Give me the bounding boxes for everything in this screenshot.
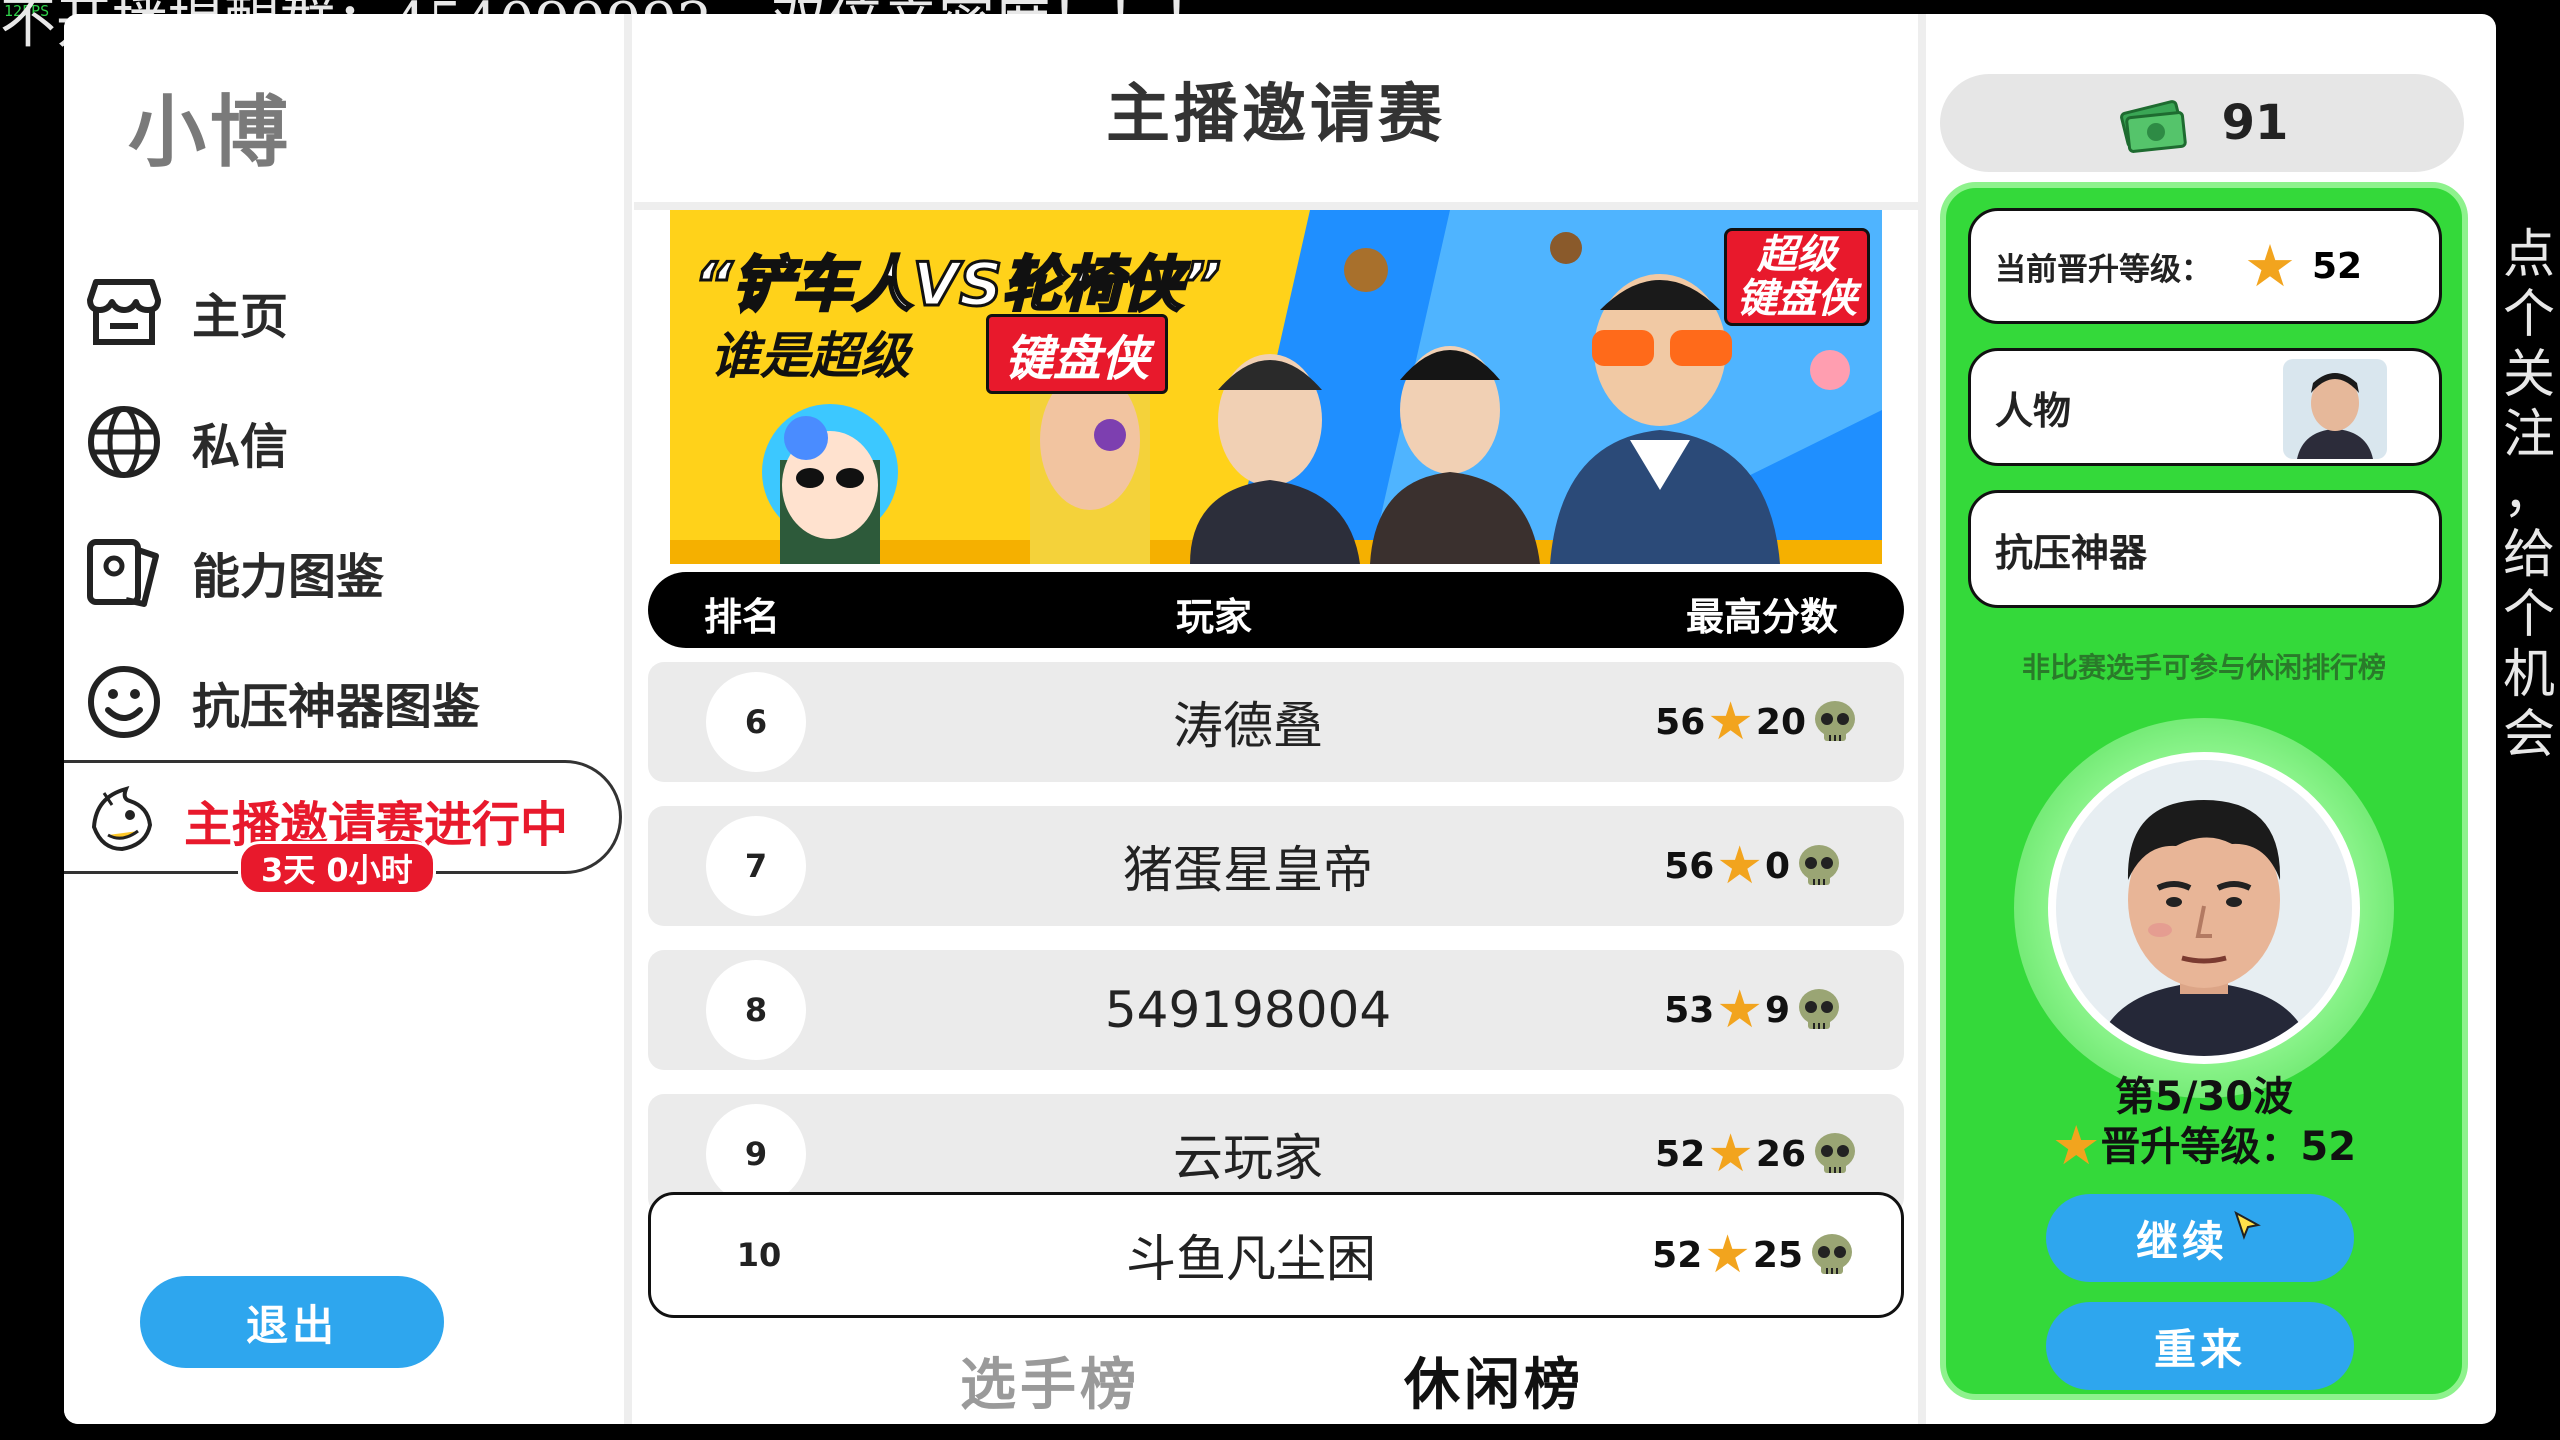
- star-icon: ★: [1716, 980, 1763, 1040]
- level-summary: ★晋升等级：52: [1946, 1114, 2462, 1177]
- score-level: 56: [1664, 845, 1715, 887]
- game-window: 小博 主页 私信 能力图鉴 抗压神器图鉴 主播邀请赛进行中 3天 0小时 退出 …: [64, 14, 2496, 1424]
- player-name: 猪蛋星皇帝: [1123, 841, 1373, 899]
- sidebar-item-stress-tools-label: 抗压神器图鉴: [192, 679, 481, 735]
- player-portrait-image: [2056, 760, 2352, 1056]
- pointer-icon: [2234, 1210, 2261, 1240]
- header-rank: 排名: [704, 595, 781, 639]
- score-cell: 52 ★ 25: [1652, 1195, 1855, 1315]
- score-wave: 20: [1755, 701, 1806, 743]
- leaderboard-panel: 主播邀请赛 “铲车人VS轮椅侠” 谁是超级 键盘侠 超级 键盘侠 排名 玩家 最…: [634, 14, 1918, 1424]
- user-name: 小博: [128, 88, 293, 178]
- shop-icon: [84, 272, 164, 352]
- rank-number: 7: [706, 816, 806, 916]
- status-panel: 91 当前晋升等级： ★ 52 人物 抗压神器 非比赛选手可参与休闲排行榜 第5…: [1928, 14, 2496, 1424]
- banner-tag: 键盘侠: [986, 314, 1169, 394]
- character-avatar: [2283, 359, 2387, 459]
- star-icon: ★: [1707, 1124, 1754, 1184]
- player-name: 549198004: [1104, 981, 1392, 1039]
- sidebar-item-abilities-label: 能力图鉴: [192, 549, 385, 605]
- promotion-level-label: 当前晋升等级：: [1995, 251, 2212, 288]
- star-icon: ★: [1716, 836, 1763, 896]
- smiley-icon: [84, 662, 164, 742]
- score-cell: 56 ★ 0: [1664, 806, 1842, 926]
- stream-overlay-right: 点 个 关 注 ， 给 个 机 会: [2502, 225, 2555, 765]
- leaderboard-header: 排名 玩家 最高分数: [648, 572, 1904, 648]
- score-level: 53: [1664, 989, 1715, 1031]
- exit-button[interactable]: 退出: [140, 1276, 444, 1368]
- banner-subline: 谁是超级: [710, 327, 910, 385]
- header-score: 最高分数: [1685, 595, 1838, 639]
- tab-players-board[interactable]: 选手榜: [960, 1340, 1140, 1421]
- character-label: 人物: [1995, 388, 2072, 433]
- score-cell: 56 ★ 20: [1655, 662, 1858, 782]
- rank-number: 10: [736, 1236, 782, 1274]
- title-divider: [634, 202, 1918, 210]
- restart-button[interactable]: 重来: [2046, 1302, 2354, 1390]
- sidebar-item-messages-label: 私信: [192, 419, 289, 475]
- tab-casual-board[interactable]: 休闲榜: [1404, 1340, 1584, 1421]
- currency-amount: 91: [2221, 95, 2289, 151]
- score-wave: 9: [1764, 989, 1790, 1031]
- globe-icon: [84, 402, 164, 482]
- rank-number: 6: [706, 672, 806, 772]
- skull-icon: [1815, 1133, 1855, 1173]
- currency-bar: 91: [1940, 74, 2464, 172]
- sidebar-item-messages[interactable]: 私信: [84, 394, 644, 490]
- stress-tool-card[interactable]: 抗压神器: [1968, 490, 2442, 608]
- money-icon: [2119, 100, 2187, 153]
- score-wave: 25: [1752, 1234, 1803, 1276]
- score-level: 52: [1652, 1234, 1703, 1276]
- score-level: 56: [1655, 701, 1706, 743]
- player-portrait: [2014, 718, 2394, 1098]
- event-banner: “铲车人VS轮椅侠” 谁是超级 键盘侠 超级 键盘侠: [670, 210, 1882, 564]
- star-icon: ★: [2244, 232, 2296, 300]
- countdown-badge: 3天 0小时: [238, 841, 436, 895]
- table-row[interactable]: 7 猪蛋星皇帝 56 ★ 0: [648, 806, 1904, 926]
- score-wave: 26: [1755, 1133, 1806, 1175]
- divider-right: [1918, 14, 1926, 1424]
- rank-number: 9: [706, 1104, 806, 1204]
- banner-headline: “铲车人VS轮椅侠”: [693, 249, 1223, 322]
- run-info-panel: 当前晋升等级： ★ 52 人物 抗压神器 非比赛选手可参与休闲排行榜 第5/30…: [1940, 182, 2468, 1400]
- star-icon: ★: [1707, 692, 1754, 752]
- douyu-shark-icon: [82, 779, 162, 859]
- sidebar-item-abilities[interactable]: 能力图鉴: [84, 524, 644, 620]
- table-row[interactable]: 6 涛德叠 56 ★ 20: [648, 662, 1904, 782]
- divider-left: [624, 14, 632, 1424]
- player-name: 斗鱼凡尘困: [1126, 1230, 1376, 1288]
- sidebar-item-stress-tools[interactable]: 抗压神器图鉴: [84, 654, 644, 750]
- player-name: 涛德叠: [1173, 697, 1323, 755]
- sidebar-item-home-label: 主页: [192, 289, 289, 345]
- star-icon: ★: [1704, 1225, 1751, 1285]
- header-player: 玩家: [1176, 595, 1253, 639]
- star-icon: ★: [2051, 1114, 2101, 1177]
- casual-board-note: 非比赛选手可参与休闲排行榜: [2021, 651, 2386, 684]
- stress-tool-label: 抗压神器: [1995, 530, 2148, 575]
- promotion-level-value: 52: [2312, 245, 2363, 287]
- page-title: 主播邀请赛: [1106, 78, 1446, 152]
- cards-icon: [84, 532, 164, 612]
- table-row-current-user[interactable]: 10 斗鱼凡尘困 52 ★ 25: [648, 1192, 1904, 1318]
- level-summary-text: 晋升等级：52: [2100, 1124, 2357, 1170]
- skull-icon: [1815, 701, 1855, 741]
- banner-corner-logo: 超级 键盘侠: [1724, 228, 1870, 326]
- score-cell: 53 ★ 9: [1664, 950, 1842, 1070]
- score-wave: 0: [1764, 845, 1790, 887]
- skull-icon: [1799, 845, 1839, 885]
- score-level: 52: [1655, 1133, 1706, 1175]
- sidebar-item-invitational[interactable]: 主播邀请赛进行中 3天 0小时: [64, 760, 622, 895]
- sidebar-item-home[interactable]: 主页: [84, 264, 644, 360]
- skull-icon: [1812, 1234, 1852, 1274]
- continue-button[interactable]: 继续: [2046, 1194, 2354, 1282]
- promotion-level-card: 当前晋升等级： ★ 52: [1968, 208, 2442, 324]
- character-card[interactable]: 人物: [1968, 348, 2442, 466]
- rank-number: 8: [706, 960, 806, 1060]
- skull-icon: [1799, 989, 1839, 1029]
- table-row[interactable]: 8 549198004 53 ★ 9: [648, 950, 1904, 1070]
- sidebar: 小博 主页 私信 能力图鉴 抗压神器图鉴 主播邀请赛进行中 3天 0小时 退出: [64, 14, 624, 1424]
